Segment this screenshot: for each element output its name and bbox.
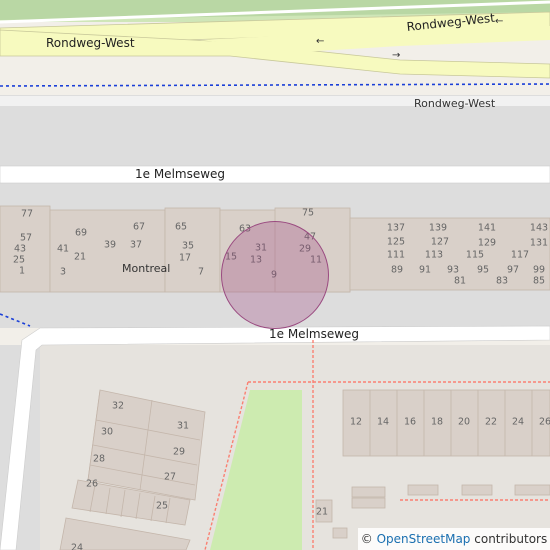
house-number: 95 — [476, 264, 490, 276]
house-number: 141 — [477, 222, 497, 234]
house-number: 131 — [529, 237, 549, 249]
boundary-line — [0, 83, 550, 87]
house-number: 31 — [176, 420, 190, 432]
house-number: 30 — [100, 426, 114, 438]
attribution-suffix: contributors — [474, 532, 548, 546]
house-number: 83 — [495, 275, 509, 287]
house-number: 17 — [178, 252, 192, 264]
house-number: 7 — [197, 266, 205, 278]
house-number: 129 — [477, 237, 497, 249]
house-number: 3 — [59, 266, 67, 278]
house-number: 14 — [376, 416, 390, 428]
house-number: 137 — [386, 222, 406, 234]
house-number: 127 — [430, 236, 450, 248]
oneway-arrow-icon: → — [392, 50, 401, 61]
road-label-melmseweg-lower: 1e Melmseweg — [269, 327, 360, 341]
house-number: 85 — [532, 275, 546, 287]
map-attribution: © OpenStreetMap contributors — [358, 528, 550, 550]
house-number: 22 — [484, 416, 498, 428]
melmseweg-road-upper — [0, 165, 550, 184]
house-number: 77 — [20, 208, 34, 220]
house-number: 117 — [510, 249, 530, 261]
house-number: 99 — [532, 264, 546, 276]
house-number: 75 — [301, 207, 315, 219]
house-number: 28 — [92, 453, 106, 465]
house-number: 24 — [70, 542, 84, 550]
house-number: 12 — [349, 416, 363, 428]
house-number: 25 — [155, 500, 169, 512]
house-number: 16 — [403, 416, 417, 428]
house-number: 81 — [453, 275, 467, 287]
copyright-symbol: © — [360, 532, 373, 546]
attribution-link[interactable]: OpenStreetMap — [377, 532, 471, 546]
house-number: 35 — [181, 240, 195, 252]
location-highlight-circle[interactable] — [221, 221, 329, 329]
house-number: 41 — [56, 243, 70, 255]
oneway-arrow-icon: ← — [495, 16, 504, 27]
house-number: 139 — [428, 222, 448, 234]
house-number: 125 — [386, 236, 406, 248]
house-number: 26 — [85, 478, 99, 490]
oneway-arrow-icon: ← — [316, 36, 325, 47]
road-label-rondweg-west-left: Rondweg-West — [46, 36, 135, 50]
house-number: 57 — [19, 232, 33, 244]
place-label-montreal: Montreal — [122, 262, 171, 275]
house-number: 25 — [12, 254, 26, 266]
house-number: 97 — [506, 264, 520, 276]
house-number: 69 — [74, 227, 88, 239]
house-number: 32 — [111, 400, 125, 412]
house-number: 143 — [529, 222, 549, 234]
house-number: 24 — [511, 416, 525, 428]
house-number: 65 — [174, 221, 188, 233]
house-number: 21 — [315, 506, 329, 518]
road-label-melmseweg-upper: 1e Melmseweg — [135, 167, 226, 181]
house-number: 43 — [13, 243, 27, 255]
house-number: 91 — [418, 264, 432, 276]
house-number: 39 — [103, 239, 117, 251]
map-view[interactable]: Rondweg-West Rondweg-West Rondweg-West 1… — [0, 0, 550, 550]
house-number: 89 — [390, 264, 404, 276]
house-number: 67 — [132, 221, 146, 233]
road-label-rondweg-west-service: Rondweg-West — [414, 97, 496, 110]
house-number: 113 — [424, 249, 444, 261]
house-number: 20 — [457, 416, 471, 428]
house-number: 1 — [18, 265, 26, 277]
house-number: 29 — [172, 446, 186, 458]
house-number: 93 — [446, 264, 460, 276]
house-number: 21 — [73, 251, 87, 263]
house-number: 115 — [465, 249, 485, 261]
house-number: 26 — [538, 416, 550, 428]
house-number: 27 — [163, 471, 177, 483]
house-number: 111 — [386, 249, 406, 261]
house-number: 37 — [129, 239, 143, 251]
house-number: 18 — [430, 416, 444, 428]
